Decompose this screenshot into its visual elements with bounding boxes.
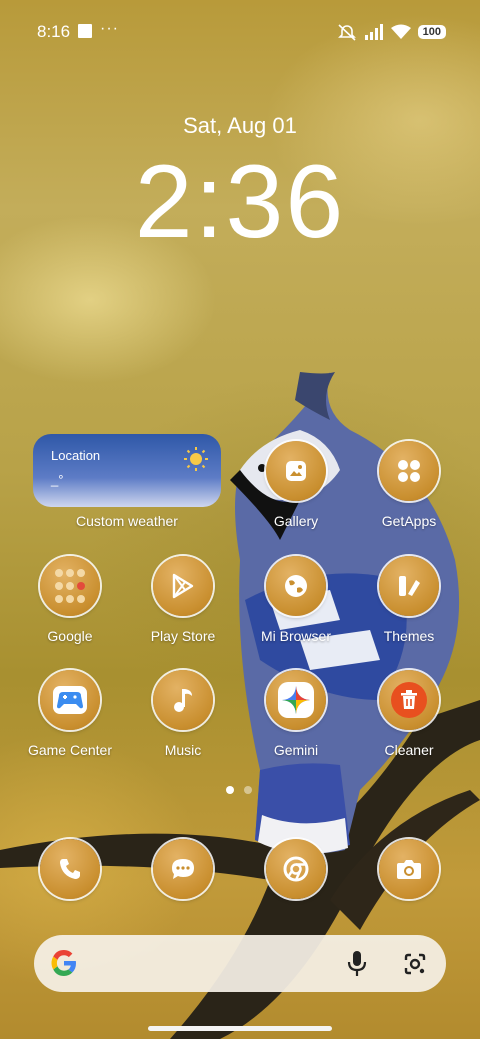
app-play-store[interactable]	[153, 556, 213, 616]
dock-chrome[interactable]	[266, 839, 326, 899]
signal-icon	[364, 24, 383, 40]
sun-icon	[184, 447, 208, 471]
app-game-center[interactable]	[40, 670, 100, 730]
microphone-icon[interactable]	[346, 949, 368, 979]
app-label-gallery: Gallery	[273, 513, 319, 529]
gemini-icon	[278, 682, 314, 718]
music-note-icon	[174, 689, 192, 712]
app-music[interactable]	[153, 670, 213, 730]
dock-messages[interactable]	[153, 839, 213, 899]
dock-phone[interactable]	[40, 839, 100, 899]
google-folder-icon	[55, 569, 85, 603]
battery-indicator: 100	[417, 25, 446, 39]
app-mi-browser[interactable]	[266, 556, 326, 616]
chrome-icon	[283, 856, 309, 882]
app-label-play-store: Play Store	[150, 628, 216, 644]
clock-widget[interactable]: 2:36	[0, 142, 480, 262]
app-label-cleaner: Cleaner	[384, 742, 434, 758]
themes-icon	[399, 576, 420, 596]
date-text: Sat, Aug 01	[183, 113, 297, 138]
app-label-themes: Themes	[383, 628, 435, 644]
weather-temperature: _°	[51, 472, 64, 487]
phone-icon	[60, 859, 80, 879]
google-g-icon	[51, 950, 76, 976]
getapps-icon	[398, 460, 420, 482]
app-label-game-center: Game Center	[27, 742, 113, 758]
trash-icon	[391, 682, 427, 718]
home-indicator[interactable]	[148, 1026, 332, 1031]
google-search-bar[interactable]	[34, 935, 446, 992]
page-indicator	[226, 786, 252, 794]
camera-icon	[397, 860, 421, 879]
app-cleaner[interactable]	[379, 670, 439, 730]
folder-google[interactable]	[40, 556, 100, 616]
dock-camera[interactable]	[379, 839, 439, 899]
app-label-getapps: GetApps	[381, 513, 437, 529]
status-bar: 8:16 ··· 100	[0, 0, 480, 64]
app-themes[interactable]	[379, 556, 439, 616]
weather-widget-label: Custom weather	[76, 513, 178, 529]
page-dot	[244, 786, 252, 794]
app-label-google: Google	[47, 628, 93, 644]
globe-icon	[285, 575, 307, 597]
notification-icon	[78, 24, 92, 38]
page-dot-active	[226, 786, 234, 794]
app-label-mi-browser: Mi Browser	[260, 628, 331, 644]
mute-icon	[337, 24, 356, 41]
weather-location: Location	[51, 448, 101, 463]
app-gallery[interactable]	[266, 441, 326, 501]
app-getapps[interactable]	[379, 441, 439, 501]
play-store-icon	[172, 573, 194, 599]
gallery-icon	[286, 461, 306, 481]
wifi-icon	[390, 24, 411, 39]
google-lens-icon[interactable]	[403, 952, 427, 976]
weather-widget[interactable]: Location _°	[33, 434, 221, 507]
app-gemini[interactable]	[266, 670, 326, 730]
app-label-music: Music	[164, 742, 202, 758]
gamepad-icon	[53, 686, 87, 714]
messages-icon	[172, 859, 194, 879]
more-notifications-icon: ···	[100, 20, 119, 37]
status-time: 8:16	[37, 22, 71, 41]
app-label-gemini: Gemini	[273, 742, 319, 758]
